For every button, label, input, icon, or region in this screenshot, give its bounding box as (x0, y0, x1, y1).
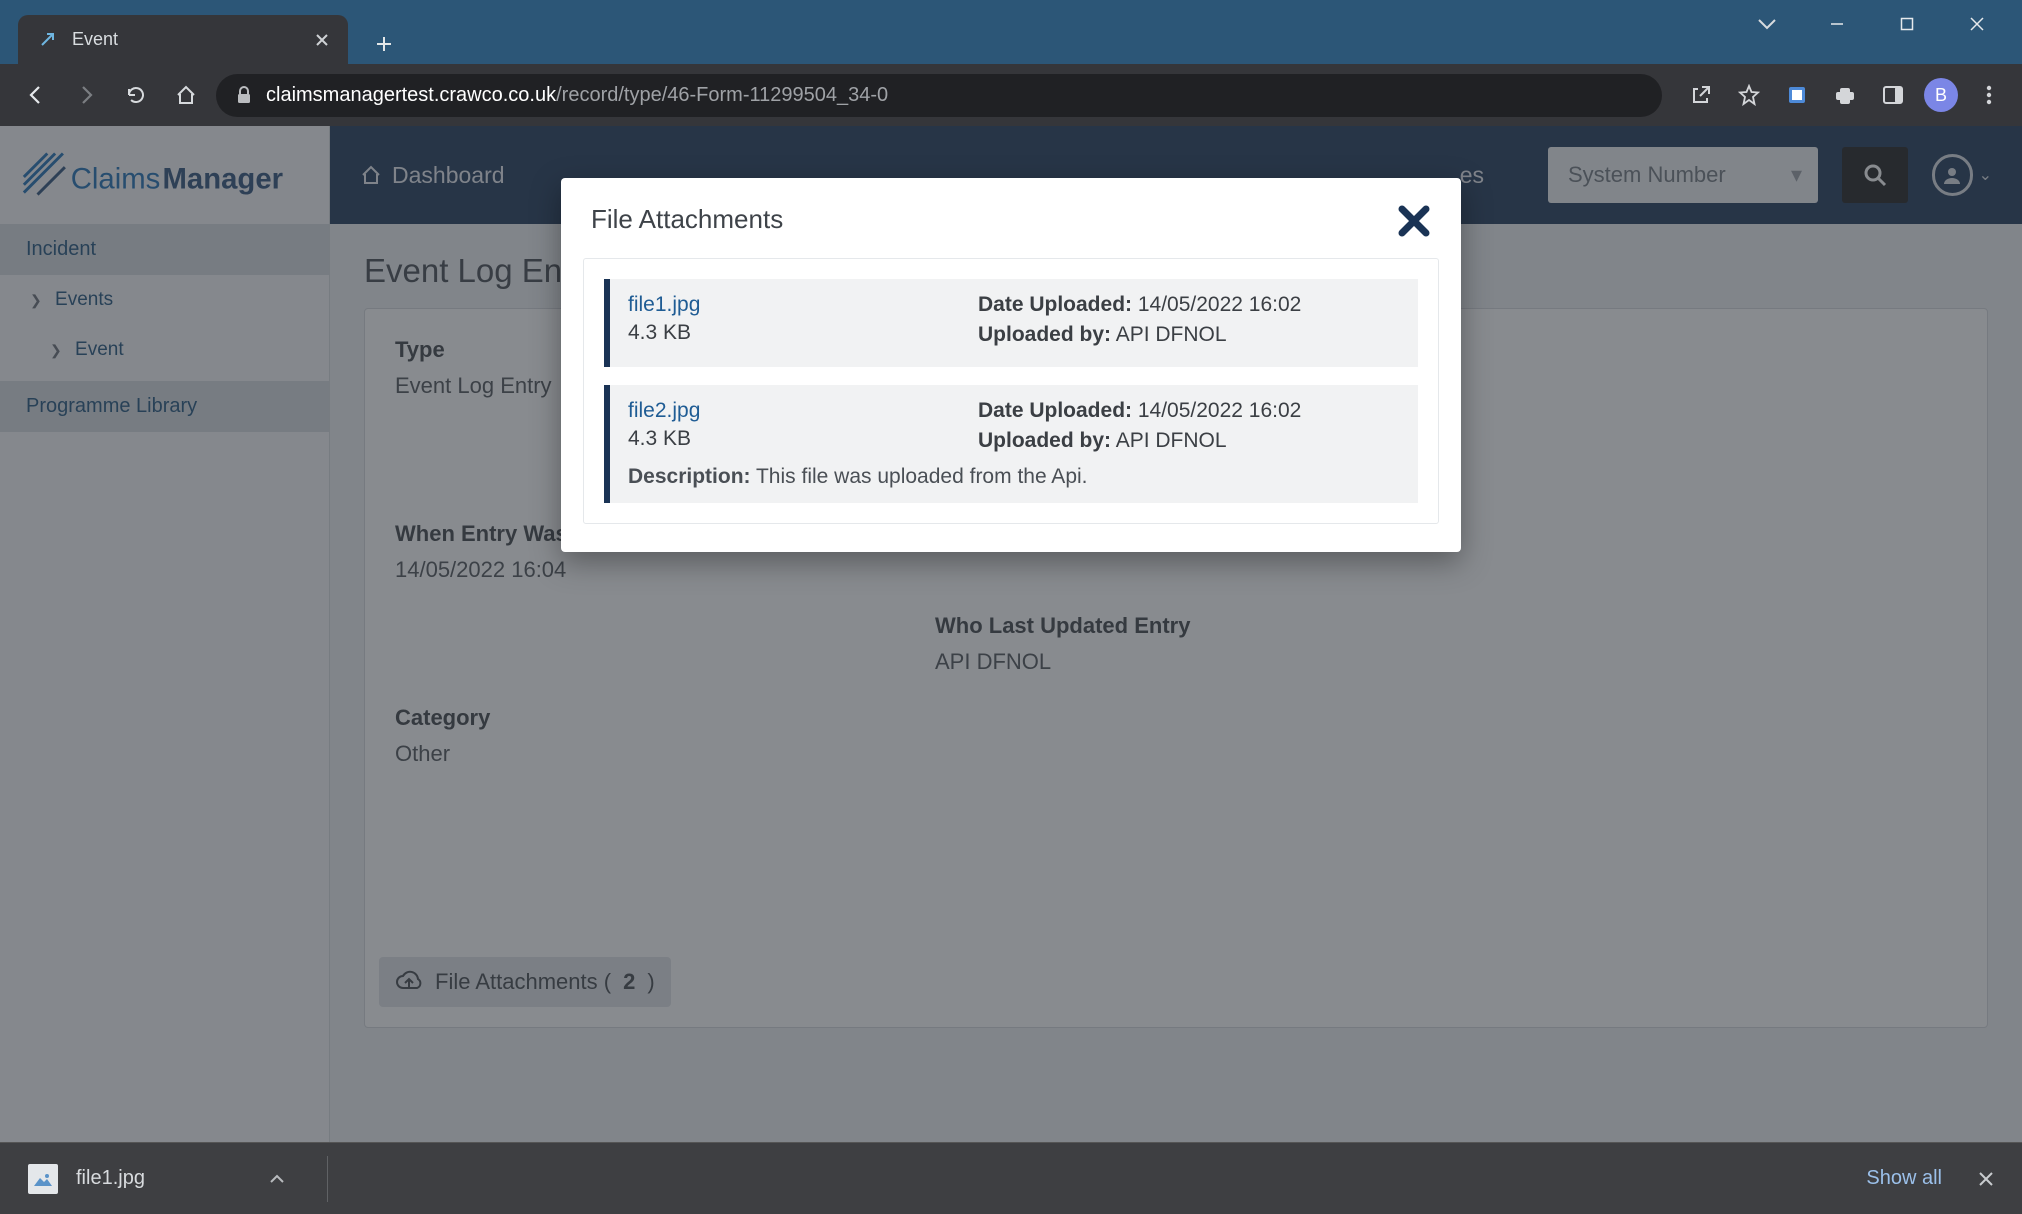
minimize-button[interactable] (1802, 4, 1872, 44)
lock-icon (236, 86, 252, 104)
window-controls (1732, 0, 2022, 44)
attachment-date: 14/05/2022 16:02 (1138, 399, 1302, 422)
attachment-description: This file was uploaded from the Api. (756, 465, 1088, 488)
share-icon[interactable] (1684, 78, 1718, 112)
page-viewport: Claims Manager Incident ❯ Events ❯ Event… (0, 126, 2022, 1142)
address-bar[interactable]: claimsmanagertest.crawco.co.uk/record/ty… (216, 74, 1662, 117)
extension-icon[interactable] (1780, 78, 1814, 112)
attachment-uploader: API DFNOL (1116, 323, 1227, 346)
download-file-icon (28, 1164, 58, 1194)
browser-titlebar: Event (0, 0, 2022, 64)
new-tab-button[interactable] (364, 24, 404, 64)
tab-favicon-icon (36, 29, 58, 51)
attachment-size: 4.3 KB (628, 427, 978, 451)
attachment-filename-link[interactable]: file1.jpg (628, 293, 978, 317)
attachment-size: 4.3 KB (628, 321, 978, 345)
description-label: Description: (628, 465, 751, 488)
side-panel-icon[interactable] (1876, 78, 1910, 112)
date-uploaded-label: Date Uploaded: (978, 399, 1132, 422)
browser-tab[interactable]: Event (18, 15, 348, 64)
file-attachments-modal: File Attachments file1.jpg 4.3 KB Date U… (561, 178, 1461, 552)
url-host: claimsmanagertest.crawco.co.uk (266, 84, 556, 106)
profile-avatar[interactable]: B (1924, 78, 1958, 112)
uploaded-by-label: Uploaded by: (978, 323, 1111, 346)
url-path: /record/type/46-Form-11299504_34-0 (556, 84, 888, 106)
date-uploaded-label: Date Uploaded: (978, 293, 1132, 316)
forward-button[interactable] (66, 75, 106, 115)
attachment-date: 14/05/2022 16:02 (1138, 293, 1302, 316)
tab-search-button[interactable] (1732, 4, 1802, 44)
browser-menu-icon[interactable] (1972, 78, 2006, 112)
tab-title: Event (72, 29, 118, 50)
bookmark-icon[interactable] (1732, 78, 1766, 112)
downloads-bar-close-button[interactable] (1978, 1171, 1994, 1187)
download-filename: file1.jpg (76, 1167, 145, 1190)
downloads-bar: file1.jpg Show all (0, 1142, 2022, 1214)
modal-close-button[interactable] (1397, 204, 1431, 238)
profile-letter: B (1935, 85, 1947, 106)
browser-toolbar: claimsmanagertest.crawco.co.uk/record/ty… (0, 64, 2022, 126)
attachment-uploader: API DFNOL (1116, 429, 1227, 452)
download-item[interactable]: file1.jpg (28, 1154, 328, 1204)
tab-close-button[interactable] (310, 28, 334, 52)
download-options-button[interactable] (263, 1154, 291, 1204)
tab-strip: Event (0, 0, 404, 64)
modal-title: File Attachments (591, 204, 783, 235)
attachment-row: file2.jpg 4.3 KB Date Uploaded: 14/05/20… (604, 385, 1418, 503)
back-button[interactable] (16, 75, 56, 115)
divider (327, 1156, 328, 1202)
toolbar-right: B (1672, 78, 2006, 112)
show-all-downloads-link[interactable]: Show all (1866, 1167, 1942, 1190)
attachment-filename-link[interactable]: file2.jpg (628, 399, 978, 423)
modal-body: file1.jpg 4.3 KB Date Uploaded: 14/05/20… (583, 258, 1439, 524)
attachment-row: file1.jpg 4.3 KB Date Uploaded: 14/05/20… (604, 279, 1418, 367)
extensions-menu-icon[interactable] (1828, 78, 1862, 112)
window-close-button[interactable] (1942, 4, 2012, 44)
home-button[interactable] (166, 75, 206, 115)
uploaded-by-label: Uploaded by: (978, 429, 1111, 452)
maximize-button[interactable] (1872, 4, 1942, 44)
reload-button[interactable] (116, 75, 156, 115)
